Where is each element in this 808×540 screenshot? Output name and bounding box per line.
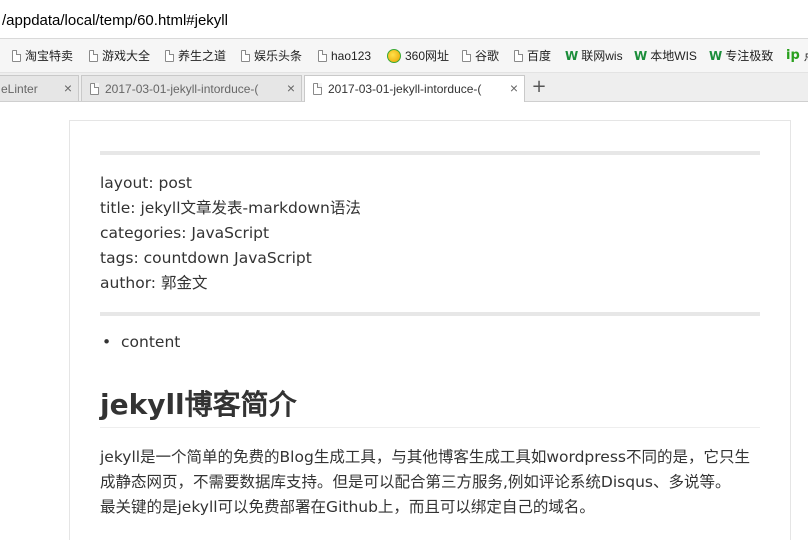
page-icon — [12, 49, 21, 62]
page-icon — [89, 49, 98, 62]
bookmark-item[interactable]: W 专注极致 — [709, 39, 773, 72]
front-matter-line: title: jekyll文章发表-markdown语法 — [100, 199, 361, 217]
front-matter-line: tags: countdown JavaScript — [100, 249, 312, 267]
bookmark-item[interactable]: W 本地WIS — [634, 39, 697, 72]
front-matter: layout: post title: jekyll文章发表-markdown语… — [100, 171, 361, 296]
list-item: content — [102, 333, 181, 351]
front-matter-line: layout: post — [100, 174, 192, 192]
bookmark-label: 淘宝特卖 — [25, 49, 74, 63]
bookmark-label: 娱乐头条 — [254, 49, 303, 63]
close-icon[interactable]: × — [64, 80, 72, 96]
horizontal-rule — [100, 312, 760, 316]
bookmark-item[interactable]: 游戏大全 — [89, 39, 150, 72]
bookmark-label: 联网wis — [581, 49, 623, 63]
bookmark-label: 本地WIS — [650, 49, 697, 63]
page-icon — [165, 49, 174, 62]
ip-icon: ip — [786, 48, 800, 63]
paragraph: jekyll是一个简单的免费的Blog生成工具，与其他博客生成工具如wordpr… — [100, 445, 760, 520]
url-text[interactable]: /appdata/local/temp/60.html#jekyll — [2, 12, 228, 29]
tab-title: 2017-03-01-jekyll-intorduce-( — [105, 81, 259, 96]
bookmark-item[interactable]: 百度 — [514, 39, 551, 72]
bookmark-label: 游戏大全 — [102, 49, 151, 63]
tab-strip: eLinter × 2017-03-01-jekyll-intorduce-( … — [0, 73, 808, 102]
close-icon[interactable]: × — [510, 80, 518, 96]
bookmark-item[interactable]: 谷歌 — [462, 39, 499, 72]
bookmark-item[interactable]: 淘宝特卖 — [12, 39, 73, 72]
address-bar[interactable]: /appdata/local/temp/60.html#jekyll — [0, 0, 808, 39]
page-icon — [462, 49, 471, 62]
page-icon — [241, 49, 250, 62]
page-icon — [318, 49, 327, 62]
bookmark-item[interactable]: 养生之道 — [165, 39, 226, 72]
bookmark-item[interactable]: hao123 — [318, 39, 371, 72]
bookmark-item[interactable]: 娱乐头条 — [241, 39, 302, 72]
tab[interactable]: eLinter × — [0, 75, 79, 101]
markdown-document: layout: post title: jekyll文章发表-markdown语… — [69, 120, 791, 540]
w-icon: W — [634, 48, 647, 63]
heading-underline — [100, 427, 760, 428]
bookmark-item[interactable]: 360网址 — [387, 39, 449, 72]
page-heading: jekyll博客简介 — [100, 388, 297, 421]
paragraph-line: jekyll是一个简单的免费的Blog生成工具，与其他博客生成工具如wordpr… — [100, 448, 750, 466]
new-tab-button[interactable]: + — [528, 76, 550, 98]
w-icon: W — [709, 48, 722, 63]
bookmark-label: 谷歌 — [475, 49, 500, 63]
front-matter-line: categories: JavaScript — [100, 224, 270, 242]
tab-title: 2017-03-01-jekyll-intorduce-( — [328, 82, 482, 96]
bookmarks-bar: 淘宝特卖 游戏大全 养生之道 娱乐头条 hao123 360网址 谷歌 百度 W… — [0, 39, 808, 73]
page-icon — [514, 49, 523, 62]
w-icon: W — [565, 48, 578, 63]
tab-active[interactable]: 2017-03-01-jekyll-intorduce-( × — [304, 75, 525, 102]
paragraph-line: 最关键的是jekyll可以免费部署在Github上，而且可以绑定自己的域名。 — [100, 498, 595, 516]
bookmark-label: 360网址 — [405, 49, 450, 63]
bookmark-label: 点 — [804, 47, 808, 64]
horizontal-rule — [100, 151, 760, 155]
bookmark-label: 百度 — [527, 49, 552, 63]
tab-title: eLinter — [1, 81, 38, 96]
page-icon — [313, 83, 322, 95]
close-icon[interactable]: × — [287, 80, 295, 96]
bookmark-overflow-fragment — [0, 48, 2, 62]
list-item-text: content — [121, 333, 181, 351]
bookmark-label: 养生之道 — [178, 49, 227, 63]
bookmark-item[interactable]: ip 点 — [786, 39, 808, 72]
360-icon — [387, 48, 401, 63]
page-icon — [90, 82, 99, 95]
paragraph-line: 成静态网页，不需要数据库支持。但是可以配合第三方服务,例如评论系统Disqus、… — [100, 473, 731, 491]
bookmark-item[interactable]: W 联网wis — [565, 39, 623, 72]
bookmark-label: hao123 — [331, 48, 372, 63]
tab[interactable]: 2017-03-01-jekyll-intorduce-( × — [81, 75, 302, 101]
front-matter-line: author: 郭金文 — [100, 274, 208, 292]
bookmark-label: 专注极致 — [725, 49, 774, 63]
